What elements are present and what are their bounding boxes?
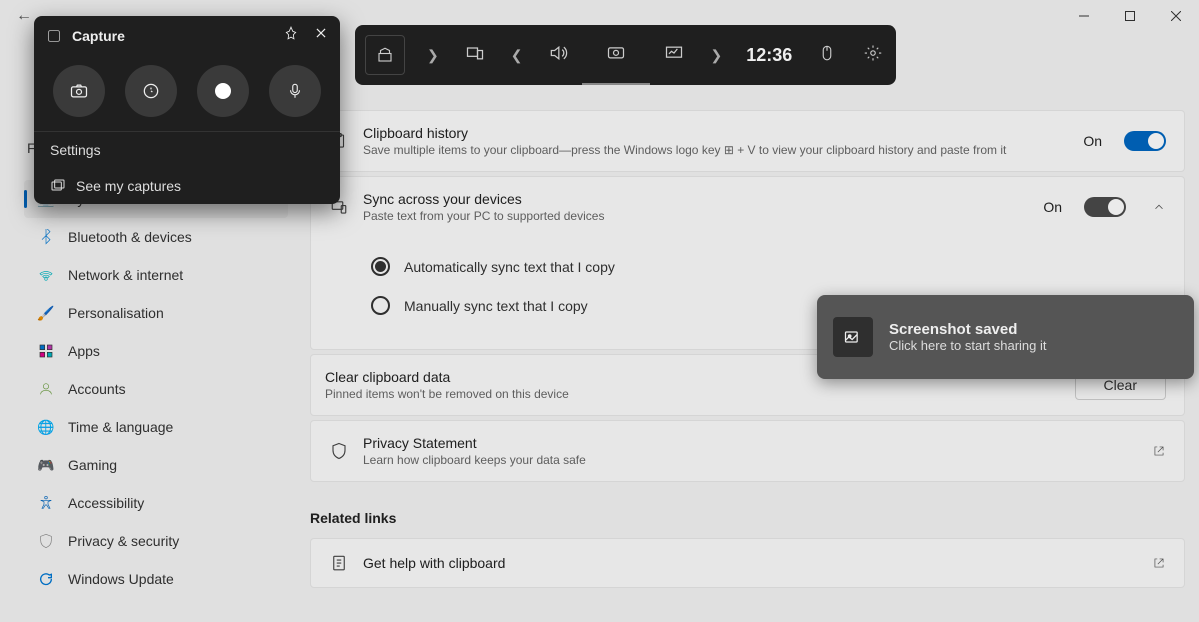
paint-icon: 🖌️ (36, 303, 56, 323)
sidebar-item-accessibility[interactable]: Accessibility (24, 484, 288, 522)
sidebar: 💻 System Bluetooth & devices Network & i… (16, 180, 296, 598)
sidebar-item-network[interactable]: Network & internet (24, 256, 288, 294)
privacy-row[interactable]: Privacy Statement Learn how clipboard ke… (310, 420, 1185, 482)
shield-icon (36, 531, 56, 551)
pin-button[interactable] (284, 26, 298, 45)
sidebar-item-label: Windows Update (68, 571, 174, 587)
clipboard-history-title: Clipboard history (363, 125, 1069, 141)
sidebar-item-update[interactable]: Windows Update (24, 560, 288, 598)
record-button[interactable] (197, 65, 249, 117)
close-capture-button[interactable] (314, 26, 328, 45)
sidebar-item-label: Privacy & security (68, 533, 179, 549)
sync-subtitle: Paste text from your PC to supported dev… (363, 209, 1029, 223)
globe-clock-icon: 🌐 (36, 417, 56, 437)
gaming-icon: 🎮 (36, 455, 56, 475)
sidebar-item-label: Bluetooth & devices (68, 229, 192, 245)
xbox-button[interactable] (365, 35, 405, 75)
sidebar-item-label: Accessibility (68, 495, 144, 511)
sidebar-item-accounts[interactable]: Accounts (24, 370, 288, 408)
maximize-button[interactable] (1107, 0, 1153, 32)
record-last-button[interactable] (125, 65, 177, 117)
gallery-icon (50, 178, 66, 194)
gamebar-time: 12:36 (734, 45, 804, 66)
clipboard-history-toggle[interactable] (1124, 131, 1166, 151)
sidebar-item-personalisation[interactable]: 🖌️ Personalisation (24, 294, 288, 332)
privacy-title: Privacy Statement (363, 435, 1126, 451)
clear-subtitle: Pinned items won't be removed on this de… (325, 387, 1061, 401)
sync-state: On (1043, 199, 1062, 215)
sync-auto-option[interactable]: Automatically sync text that I copy (371, 247, 1124, 286)
capture-panel: Capture Settings See my captures (34, 16, 340, 204)
game-bar: ❯ ❮ ❯ 12:36 (355, 25, 896, 85)
person-icon (36, 379, 56, 399)
help-title: Get help with clipboard (363, 555, 1126, 571)
mouse-button[interactable] (804, 44, 850, 67)
privacy-subtitle: Learn how clipboard keeps your data safe (363, 453, 1126, 467)
screenshot-saved-toast[interactable]: Screenshot saved Click here to start sha… (817, 295, 1194, 379)
widgets-button[interactable] (451, 43, 499, 68)
sidebar-item-privacy[interactable]: Privacy & security (24, 522, 288, 560)
gamebar-more-icon[interactable]: ❯ (698, 47, 734, 64)
sync-auto-label: Automatically sync text that I copy (404, 259, 615, 275)
external-link-icon (1152, 556, 1166, 570)
toast-thumbnail (833, 317, 873, 357)
minimize-button[interactable] (1061, 0, 1107, 32)
gamebar-next-icon[interactable]: ❯ (415, 47, 451, 64)
audio-button[interactable] (534, 43, 582, 68)
close-button[interactable] (1153, 0, 1199, 32)
note-icon (329, 553, 349, 573)
update-icon (36, 569, 56, 589)
performance-button[interactable] (650, 43, 698, 68)
gamebar-settings-button[interactable] (850, 44, 896, 67)
sync-row[interactable]: Sync across your devices Paste text from… (311, 177, 1184, 237)
clipboard-history-state: On (1083, 133, 1102, 149)
chevron-up-icon (1152, 200, 1166, 214)
see-captures-label: See my captures (76, 178, 181, 194)
clipboard-history-subtitle: Save multiple items to your clipboard—pr… (363, 143, 1069, 157)
radio-icon (371, 296, 390, 315)
sidebar-item-time[interactable]: 🌐 Time & language (24, 408, 288, 446)
sidebar-item-bluetooth[interactable]: Bluetooth & devices (24, 218, 288, 256)
sidebar-item-label: Time & language (68, 419, 173, 435)
sidebar-item-gaming[interactable]: 🎮 Gaming (24, 446, 288, 484)
sync-manual-label: Manually sync text that I copy (404, 298, 588, 314)
sidebar-item-label: Apps (68, 343, 100, 359)
see-captures-link[interactable]: See my captures (34, 168, 340, 204)
sidebar-item-label: Personalisation (68, 305, 164, 321)
capture-title: Capture (72, 28, 125, 44)
sync-toggle[interactable] (1084, 197, 1126, 217)
sidebar-item-apps[interactable]: Apps (24, 332, 288, 370)
sidebar-item-label: Accounts (68, 381, 126, 397)
bluetooth-icon (36, 227, 56, 247)
mic-button[interactable] (269, 65, 321, 117)
sidebar-item-label: Network & internet (68, 267, 183, 283)
capture-settings-link[interactable]: Settings (34, 131, 340, 168)
screenshot-button[interactable] (53, 65, 105, 117)
toast-subtitle: Click here to start sharing it (889, 338, 1047, 353)
help-row[interactable]: Get help with clipboard (310, 538, 1185, 588)
gamebar-prev-icon[interactable]: ❮ (499, 47, 535, 64)
apps-icon (36, 341, 56, 361)
external-link-icon (1152, 444, 1166, 458)
shield-outline-icon (329, 441, 349, 461)
capture-icon (46, 28, 62, 44)
sidebar-item-label: Gaming (68, 457, 117, 473)
sync-title: Sync across your devices (363, 191, 1029, 207)
back-button[interactable]: ← (16, 7, 32, 25)
wifi-icon (36, 265, 56, 285)
radio-icon (371, 257, 390, 276)
related-links-heading: Related links (310, 510, 1185, 526)
accessibility-icon (36, 493, 56, 513)
capture-gamebar-button[interactable] (592, 42, 640, 67)
toast-title: Screenshot saved (889, 321, 1047, 338)
